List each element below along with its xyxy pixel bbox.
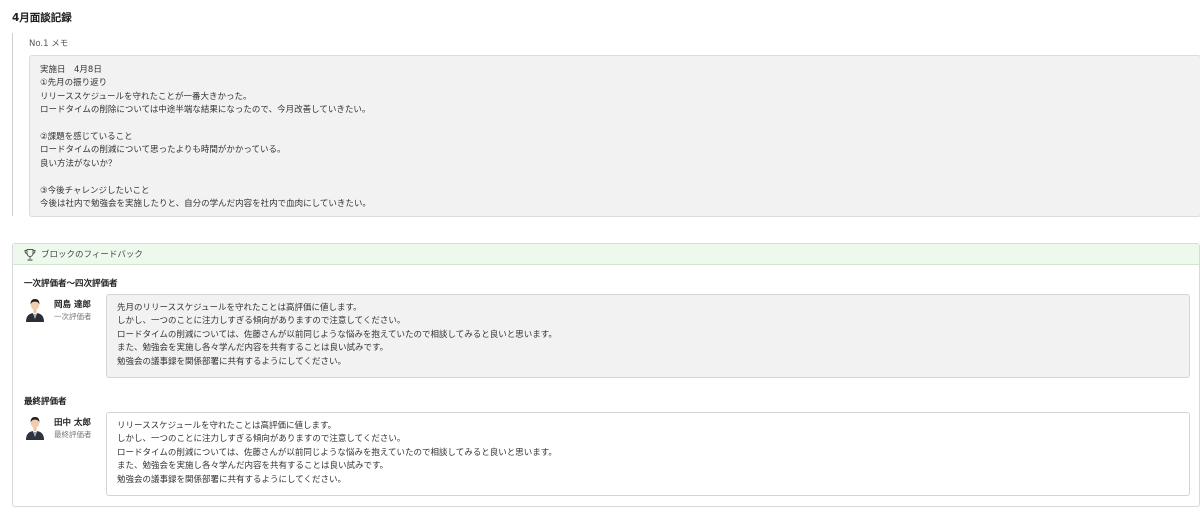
feedback-header: ブロックのフィードバック	[13, 244, 1199, 265]
comment-line: ロードタイムの削減については、佐藤さんが以前同じような悩みを抱えていたので相談し…	[117, 329, 557, 340]
memo-line: リリーススケジュールを守れたことが一番大きかった。	[40, 91, 252, 102]
comment-box-first: 先月のリリーススケジュールを守れたことは高評価に値します。 しかし、一つのことに…	[106, 294, 1190, 378]
avatar	[24, 414, 46, 440]
comment-line: 先月のリリーススケジュールを守れたことは高評価に値します。	[117, 303, 362, 313]
page-title: 4月面談記録	[12, 12, 72, 24]
memo-line	[40, 118, 1190, 131]
feedback-card: ブロックのフィードバック 一次評価者〜四次評価者 岡島 達郎 一次評価者 先月の…	[12, 243, 1200, 507]
evaluator-first: 岡島 達郎 一次評価者	[24, 296, 104, 336]
evaluator-role: 一次評価者	[54, 312, 92, 321]
memo-line	[40, 171, 1190, 184]
memo-line: ロードタイムの削減について思ったよりも時間がかかっている。	[40, 145, 286, 156]
comment-box-final: リリーススケジュールを守れたことは高評価に値します。 しかし、一つのことに注力し…	[106, 412, 1190, 496]
group-label-final: 最終評価者	[24, 397, 67, 407]
memo-section: No.1 メモ 実施日 4月8日 ①先月の振り返り リリーススケジュールを守れた…	[12, 33, 1200, 217]
evaluator-final: 田中 太郎 最終評価者	[24, 414, 104, 454]
avatar	[24, 296, 46, 322]
trophy-icon	[23, 247, 37, 261]
comment-line: しかし、一つのことに注力しすぎる傾向がありますので注意してください。	[117, 316, 406, 327]
memo-line: ロードタイムの削除については中途半端な結果になったので、今月改善していきたい。	[40, 105, 371, 116]
comment-line: 勉強会の議事録を関係部署に共有するようにしてください。	[117, 356, 346, 367]
comment-line: また、勉強会を実施し各々学んだ内容を共有することは良い試みです。	[117, 343, 389, 354]
evaluator-role: 最終評価者	[54, 430, 92, 439]
evaluator-name: 田中 太郎	[54, 418, 91, 428]
comment-line: また、勉強会を実施し各々学んだ内容を共有することは良い試みです。	[117, 461, 389, 472]
comment-line: しかし、一つのことに注力しすぎる傾向がありますので注意してください。	[117, 434, 406, 445]
memo-label: No.1 メモ	[29, 39, 69, 49]
memo-line: 今後は社内で勉強会を実施したりと、自分の学んだ内容を社内で血肉にしていきたい。	[40, 198, 371, 209]
feedback-title: ブロックのフィードバック	[41, 250, 143, 260]
comment-line: 勉強会の議事録を関係部署に共有するようにしてください。	[117, 474, 346, 485]
group-label-first: 一次評価者〜四次評価者	[24, 279, 118, 289]
comment-line: リリーススケジュールを守れたことは高評価に値します。	[117, 421, 337, 431]
memo-line: 良い方法がないか？	[40, 158, 117, 169]
comment-line: ロードタイムの削減については、佐藤さんが以前同じような悩みを抱えていたので相談し…	[117, 447, 557, 458]
memo-line: ①先月の振り返り	[40, 78, 108, 89]
memo-line: ②課題を感じていること	[40, 131, 133, 142]
memo-line: ③今後チャレンジしたいこと	[40, 185, 150, 196]
evaluator-name: 岡島 達郎	[54, 300, 91, 310]
memo-line: 実施日 4月8日	[40, 65, 102, 75]
memo-box: 実施日 4月8日 ①先月の振り返り リリーススケジュールを守れたことが一番大きか…	[29, 55, 1200, 217]
